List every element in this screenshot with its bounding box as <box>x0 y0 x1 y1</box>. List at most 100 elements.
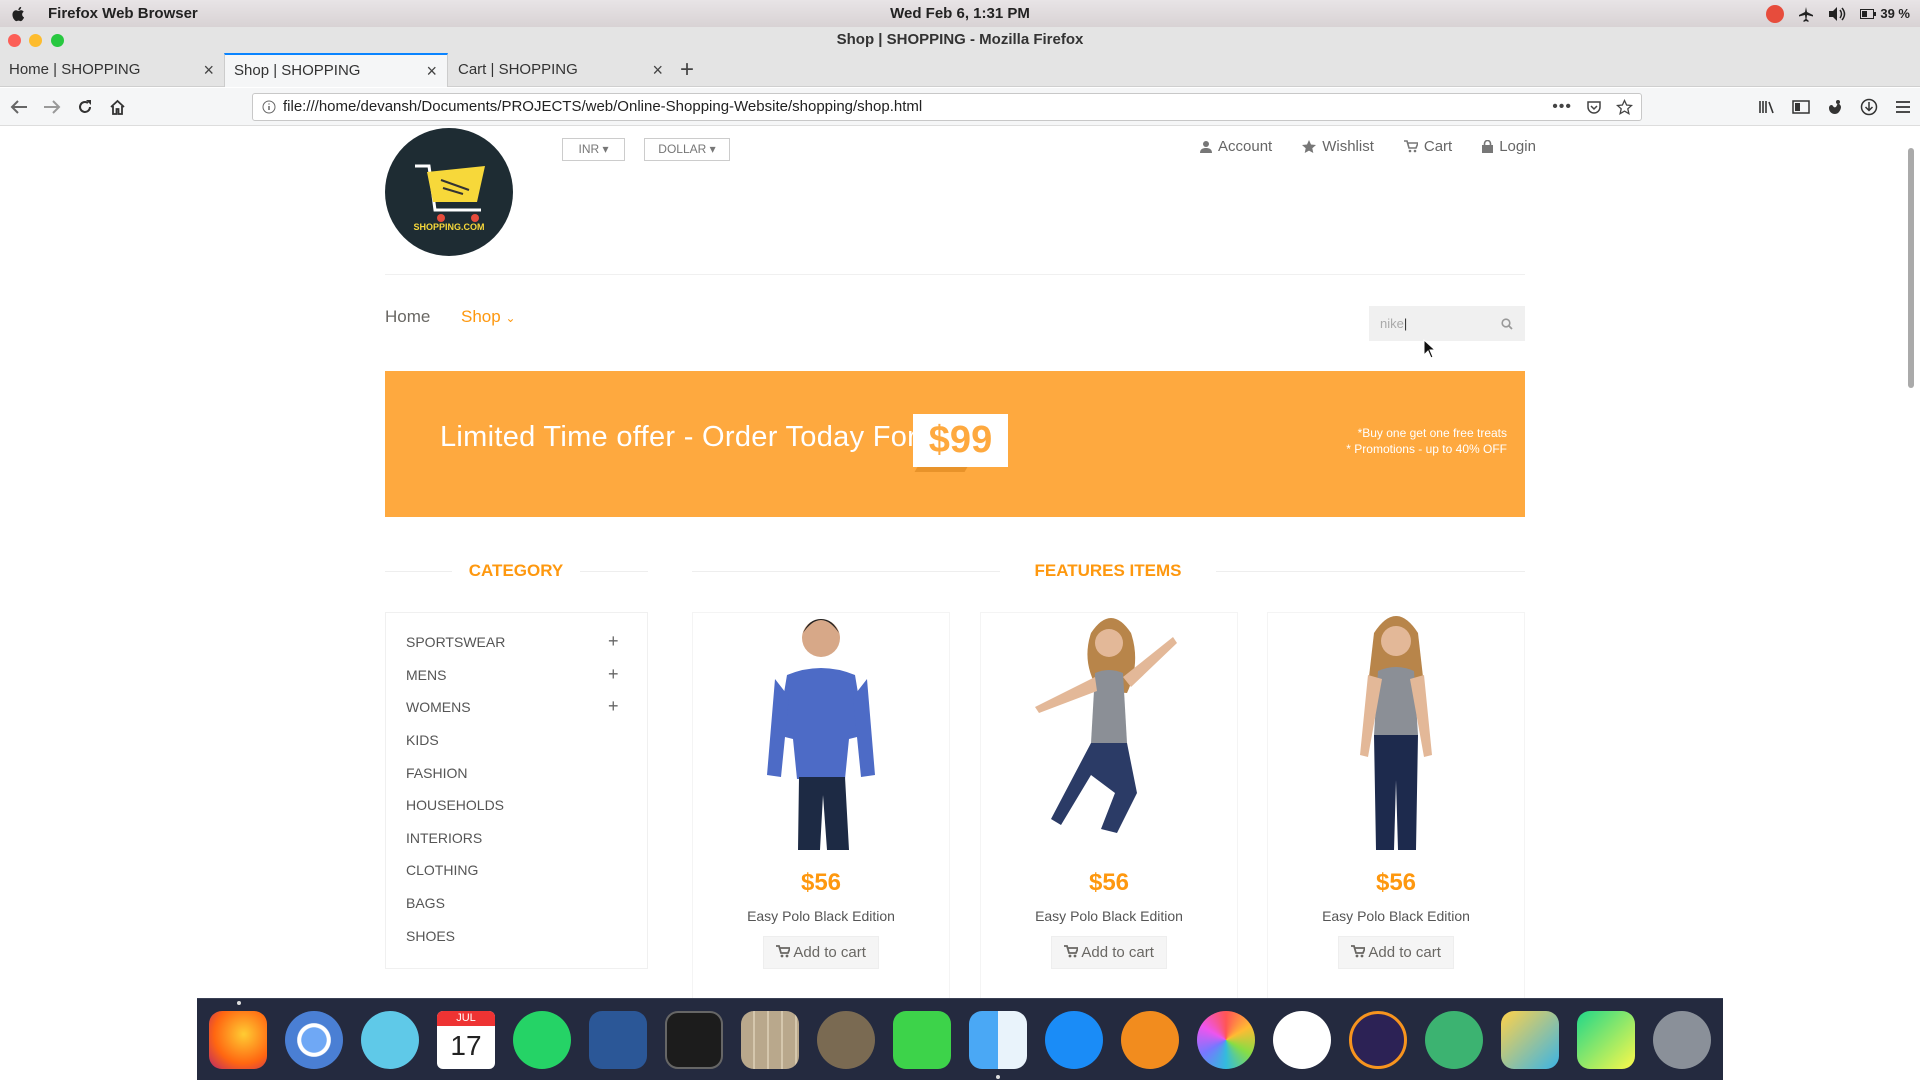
pycharm-icon[interactable] <box>1577 1011 1635 1069</box>
firefox-icon[interactable] <box>209 1011 267 1069</box>
category-list: SPORTSWEAR + MENS + WOMENS + KIDS FASHIO… <box>385 612 648 969</box>
tab-cart[interactable]: Cart | SHOPPING × <box>449 53 673 87</box>
cart-label: Cart <box>1423 138 1453 155</box>
add-to-cart-label: Add to cart <box>793 944 866 961</box>
cart-link[interactable]: Cart <box>1403 138 1453 155</box>
close-window-button[interactable] <box>8 34 21 47</box>
facetime-icon[interactable] <box>893 1011 951 1069</box>
pocket-icon[interactable] <box>1586 99 1602 115</box>
category-shoes[interactable]: SHOES <box>406 928 455 944</box>
reload-button[interactable] <box>74 96 96 118</box>
category-fashion[interactable]: FASHION <box>406 765 467 781</box>
home-button[interactable] <box>106 96 128 118</box>
calendar-month: JUL <box>437 1011 495 1026</box>
tab-shop[interactable]: Shop | SHOPPING × <box>224 53 448 87</box>
wishlist-link[interactable]: Wishlist <box>1302 138 1374 155</box>
category-households[interactable]: HOUSEHOLDS <box>406 797 504 813</box>
product-name[interactable]: Easy Polo Black Edition <box>1268 908 1524 924</box>
category-clothing[interactable]: CLOTHING <box>406 862 478 878</box>
reload-icon <box>79 100 91 113</box>
minimize-window-button[interactable] <box>29 34 42 47</box>
product-image[interactable] <box>1268 613 1524 850</box>
clock[interactable]: Wed Feb 6, 1:31 PM <box>0 5 1920 22</box>
maximize-window-button[interactable] <box>51 34 64 47</box>
add-to-cart-button[interactable]: Add to cart <box>1338 936 1454 969</box>
library-icon[interactable] <box>1758 99 1776 115</box>
atom-icon[interactable] <box>1425 1011 1483 1069</box>
cart-icon <box>1403 140 1418 153</box>
product-name[interactable]: Easy Polo Black Edition <box>693 908 949 924</box>
calculator-icon[interactable] <box>741 1011 799 1069</box>
airplane-icon[interactable] <box>1798 6 1814 22</box>
finder-icon[interactable] <box>969 1011 1027 1069</box>
photos-icon[interactable] <box>1197 1011 1255 1069</box>
product-image[interactable] <box>981 613 1237 850</box>
hamburger-menu-icon[interactable] <box>1894 99 1912 115</box>
login-link[interactable]: Login <box>1482 138 1536 155</box>
battery-indicator[interactable]: 39 % <box>1860 6 1910 21</box>
launchpad-icon[interactable] <box>1653 1011 1711 1069</box>
tab-home[interactable]: Home | SHOPPING × <box>0 53 224 87</box>
new-tab-button[interactable]: + <box>680 53 694 87</box>
banner-promo: *Buy one get one free treats * Promotion… <box>1346 425 1507 457</box>
word-icon[interactable] <box>589 1011 647 1069</box>
category-bags[interactable]: BAGS <box>406 895 445 911</box>
category-kids[interactable]: KIDS <box>406 732 439 748</box>
app-store-icon[interactable] <box>1045 1011 1103 1069</box>
close-tab-icon[interactable]: × <box>426 55 437 87</box>
add-to-cart-button[interactable]: Add to cart <box>1051 936 1167 969</box>
search-input[interactable]: nike| <box>1369 306 1525 341</box>
site-logo[interactable]: SHOPPING.COM <box>385 128 513 256</box>
product-image[interactable] <box>693 613 949 850</box>
page-actions-icon[interactable]: ••• <box>1552 94 1572 120</box>
itunes-icon[interactable] <box>1273 1011 1331 1069</box>
expand-sportswear-icon[interactable]: + <box>608 631 619 652</box>
lock-icon <box>1482 140 1494 153</box>
volume-icon[interactable] <box>1828 6 1846 22</box>
gnome-extension-icon[interactable] <box>1826 98 1844 116</box>
chromium-icon[interactable] <box>285 1011 343 1069</box>
nav-home-link[interactable]: Home <box>385 307 430 327</box>
currency-dollar-dropdown[interactable]: DOLLAR ▾ <box>644 138 730 161</box>
add-to-cart-button[interactable]: Add to cart <box>763 936 879 969</box>
product-name[interactable]: Easy Polo Black Edition <box>981 908 1237 924</box>
close-tab-icon[interactable]: × <box>652 53 663 87</box>
expand-womens-icon[interactable]: + <box>608 696 619 717</box>
app-name[interactable]: Firefox Web Browser <box>48 5 198 22</box>
category-womens[interactable]: WOMENS <box>406 699 471 715</box>
whatsapp-icon[interactable] <box>513 1011 571 1069</box>
bookmark-star-icon[interactable] <box>1616 98 1633 116</box>
login-label: Login <box>1499 138 1536 155</box>
calendar-icon[interactable]: JUL 17 <box>437 1011 495 1069</box>
apple-icon[interactable] <box>10 5 28 23</box>
jumping-girl-image <box>1035 618 1177 833</box>
back-button[interactable] <box>8 96 30 118</box>
standing-girl-image <box>1360 616 1432 850</box>
terminal-icon[interactable] <box>665 1011 723 1069</box>
site-info-icon[interactable] <box>262 100 276 114</box>
mail-icon[interactable] <box>361 1011 419 1069</box>
category-sportswear[interactable]: SPORTSWEAR <box>406 634 505 650</box>
forward-button[interactable] <box>41 96 63 118</box>
header-links: Account Wishlist Cart Login <box>1200 138 1536 155</box>
category-interiors[interactable]: INTERIORS <box>406 830 482 846</box>
screen-record-icon[interactable] <box>1766 4 1785 23</box>
nav-shop-link[interactable]: Shop ⌄ <box>461 307 516 327</box>
banner-headline: Limited Time offer - Order Today For <box>440 421 918 453</box>
sublime-icon[interactable] <box>1501 1011 1559 1069</box>
search-icon[interactable] <box>1501 318 1513 330</box>
expand-mens-icon[interactable]: + <box>608 664 619 685</box>
currency-inr-dropdown[interactable]: INR ▾ <box>562 138 625 161</box>
close-tab-icon[interactable]: × <box>203 53 214 87</box>
page-scrollbar[interactable] <box>1908 148 1914 388</box>
account-link[interactable]: Account <box>1200 138 1272 155</box>
sidebar-icon[interactable] <box>1792 99 1810 115</box>
gimp-icon[interactable] <box>817 1011 875 1069</box>
calendar-day: 17 <box>450 1030 482 1061</box>
download-icon[interactable] <box>1860 98 1878 116</box>
promo-banner[interactable]: Limited Time offer - Order Today For $99… <box>385 371 1525 517</box>
category-mens[interactable]: MENS <box>406 667 446 683</box>
eclipse-icon[interactable] <box>1349 1011 1407 1069</box>
url-bar[interactable]: file:///home/devansh/Documents/PROJECTS/… <box>252 93 1642 121</box>
vlc-icon[interactable] <box>1121 1011 1179 1069</box>
